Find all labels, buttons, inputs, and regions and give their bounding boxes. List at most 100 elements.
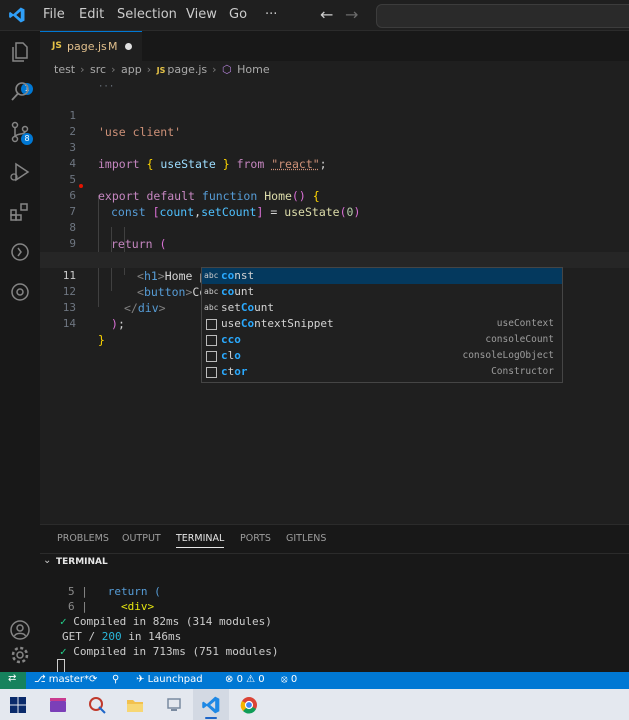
code-line: 9 <div>: [69, 237, 158, 267]
breadcrumb-item[interactable]: src: [90, 63, 106, 76]
warning-icon: ⚠: [246, 674, 256, 685]
problems-status[interactable]: ⊗ 0 ⚠ 0: [225, 674, 265, 685]
remote-icon: ⇄: [8, 673, 17, 684]
terminal-output[interactable]: 5 | return ( 6 | <div> ✓ Compiled in 82m…: [40, 571, 629, 673]
code-line: 2: [69, 125, 76, 138]
run-debug-icon[interactable]: [8, 160, 32, 184]
symbol-method-icon: ⬡: [222, 63, 232, 76]
code-line: 6 const [count,setCount] = useState(0): [69, 189, 361, 219]
chevron-right-icon: ›: [80, 63, 85, 76]
snippet-icon: [206, 351, 217, 362]
code-line: 1 'use client': [69, 109, 182, 139]
autocomplete-suggestions: abc const abc count abc setCount useCont…: [201, 267, 563, 383]
suggestion-item[interactable]: cco consoleCount: [202, 332, 562, 348]
chevron-down-icon: ⌄: [43, 555, 52, 566]
chevron-right-icon: ›: [146, 63, 152, 76]
menu-selection[interactable]: Selection: [117, 7, 177, 22]
launchpad-icon: ✈: [136, 674, 145, 685]
javascript-file-icon: JS: [52, 41, 62, 51]
extensions-icon[interactable]: [8, 200, 32, 224]
status-bar: ⇄ ⎇ master* ⟳ ⚲ ✈ Launchpad ⊗ 0 ⚠ 0 ⦻ 0: [0, 672, 629, 689]
ports-status[interactable]: ⦻ 0: [281, 674, 297, 685]
terminal-line: ✓ Compiled in 82ms (314 modules): [60, 615, 272, 628]
broadcast-icon: ⦻: [281, 674, 288, 685]
accounts-icon[interactable]: [8, 618, 32, 642]
snippet-icon: [206, 367, 217, 378]
javascript-file-icon: JS: [156, 66, 166, 75]
sync-icon[interactable]: ⟳: [89, 674, 97, 685]
tab-ports[interactable]: PORTS: [240, 533, 271, 544]
suggestion-item[interactable]: abc const: [202, 268, 562, 284]
tab-page-js[interactable]: JS page.js M: [40, 31, 142, 62]
menu-file[interactable]: File: [43, 7, 65, 22]
code-line: 7: [69, 205, 76, 218]
code-line: 10 <h1>Home page</h1>: [63, 253, 262, 283]
command-center-search[interactable]: [376, 4, 629, 28]
vscode-taskbar-icon[interactable]: [201, 695, 221, 715]
breadcrumb-item[interactable]: test: [54, 63, 75, 76]
code-line: 8 return (: [69, 221, 167, 251]
forward-arrow-icon[interactable]: →: [345, 5, 358, 24]
gitlens-graph-icon[interactable]: ⚲: [112, 674, 119, 685]
os-taskbar: [0, 689, 629, 720]
branch-status[interactable]: ⎇ master*: [34, 674, 89, 685]
breadcrumb-item[interactable]: app: [121, 63, 142, 76]
menu-go[interactable]: Go: [229, 7, 247, 22]
menu-view[interactable]: View: [186, 7, 217, 22]
code-line: 4: [69, 157, 76, 170]
suggestion-item[interactable]: clo consoleLogObject: [202, 348, 562, 364]
code-line: 5 export default function Home() {: [69, 173, 320, 203]
active-app-indicator: [205, 717, 217, 719]
tab-output[interactable]: OUTPUT: [122, 533, 161, 544]
error-icon: ⊗: [225, 674, 234, 685]
launchpad-status[interactable]: ✈ Launchpad: [136, 674, 203, 685]
back-arrow-icon[interactable]: ←: [320, 5, 333, 24]
chevron-right-icon: ›: [212, 63, 217, 76]
source-control-badge: 8: [21, 133, 33, 145]
explorer-icon[interactable]: [8, 40, 32, 64]
vscode-logo-icon[interactable]: [8, 6, 26, 24]
windows-start-icon[interactable]: [8, 695, 28, 715]
file-explorer-icon[interactable]: [125, 695, 145, 715]
terminal-line: ✓ Compiled in 713ms (751 modules): [60, 645, 279, 658]
breadcrumb-item[interactable]: page.js: [167, 63, 207, 76]
terminal-line: 6 | <div>: [68, 600, 155, 613]
tab-terminal[interactable]: TERMINAL: [176, 533, 225, 548]
gitlens-icon[interactable]: [8, 280, 32, 304]
unsaved-dot-icon[interactable]: [125, 43, 132, 50]
remote-indicator[interactable]: ⇄: [0, 672, 26, 689]
editor-tabs: JS page.js M: [40, 31, 629, 62]
snipping-tool-icon[interactable]: [87, 695, 107, 715]
terminal-section-header[interactable]: ⌄ TERMINAL: [40, 553, 629, 572]
tab-modified-status: M: [108, 40, 118, 53]
chrome-icon[interactable]: [239, 695, 259, 715]
clapper-app-icon[interactable]: [48, 695, 68, 715]
tab-problems[interactable]: PROBLEMS: [57, 533, 109, 544]
menu-edit[interactable]: Edit: [79, 7, 104, 22]
text-word-icon: abc: [204, 303, 219, 312]
search-icon[interactable]: [8, 80, 32, 104]
breadcrumb: test › src › app › JS page.js › ⬡ Home: [54, 63, 272, 79]
git-branch-icon: ⎇: [34, 674, 46, 685]
chevron-right-icon: ›: [111, 63, 116, 76]
breadcrumb-item[interactable]: Home: [237, 63, 269, 76]
suggestion-item[interactable]: ctor Constructor: [202, 364, 562, 380]
code-line-active: 11 <button>Co</button>: [40, 252, 629, 300]
snippet-icon: [206, 335, 217, 346]
suggestion-item[interactable]: abc setCount: [202, 300, 562, 316]
panel-tabs: PROBLEMS OUTPUT TERMINAL PORTS GITLENS: [40, 524, 629, 553]
code-line: 3 import { useState } from "react";: [69, 141, 327, 171]
snippet-icon: [206, 319, 217, 330]
suggestion-item[interactable]: useContextSnippet useContext: [202, 316, 562, 332]
terminal-line: 5 | return (: [68, 585, 161, 598]
suggestion-item[interactable]: abc count: [202, 284, 562, 300]
settings-gear-icon[interactable]: [8, 643, 32, 667]
device-app-icon[interactable]: [164, 695, 184, 715]
terminal-line: GET / 200 in 146ms: [62, 630, 182, 643]
tab-label: page.js: [67, 40, 107, 53]
activity-bar: 1 8: [0, 31, 40, 672]
menu-more[interactable]: ···: [265, 7, 277, 22]
terminal-cursor: [57, 658, 65, 673]
remote-explorer-icon[interactable]: [8, 240, 32, 264]
tab-gitlens[interactable]: GITLENS: [286, 533, 326, 544]
